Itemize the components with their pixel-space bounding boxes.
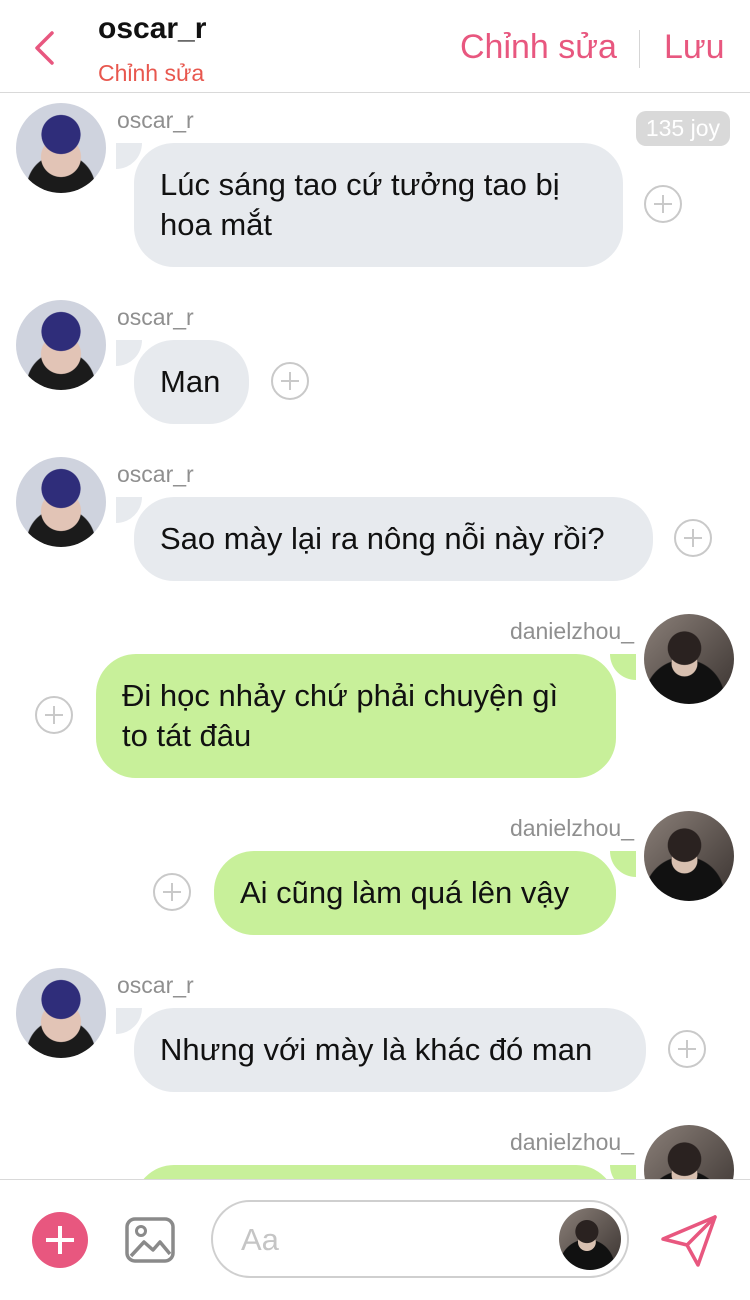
save-button[interactable]: Lưu xyxy=(664,28,725,67)
add-reaction-icon[interactable] xyxy=(271,362,309,400)
plus-icon[interactable] xyxy=(32,1212,88,1268)
chevron-left-icon xyxy=(35,31,54,65)
add-reaction-icon[interactable] xyxy=(153,873,191,911)
message-item: danielzhou_ Đi học nhảy chứ phải chuyện … xyxy=(0,614,750,784)
avatar[interactable] xyxy=(16,968,106,1058)
avatar[interactable] xyxy=(16,457,106,547)
avatar[interactable] xyxy=(644,811,734,901)
message-item: danielzhou_ Ai cũng làm quá lên vậy xyxy=(0,811,750,941)
add-reaction-icon[interactable] xyxy=(644,185,682,223)
sender-name: oscar_r xyxy=(117,107,194,133)
sender-name: danielzhou_ xyxy=(509,1129,634,1155)
chat-subtitle: Chỉnh sửa xyxy=(98,60,205,86)
sender-name: oscar_r xyxy=(117,972,194,998)
avatar[interactable] xyxy=(559,1208,621,1270)
avatar[interactable] xyxy=(644,614,734,704)
avatar[interactable] xyxy=(16,300,106,390)
edit-button[interactable]: Chỉnh sửa xyxy=(460,28,617,67)
message-input[interactable] xyxy=(239,1216,543,1264)
bubble-tail xyxy=(610,1165,636,1179)
message-item: oscar_r Nhưng với mày là khác đó man xyxy=(0,968,750,1098)
message-bubble[interactable] xyxy=(134,1165,616,1179)
chat-area[interactable]: 135 joy oscar_r Lúc sáng tao cứ tưởng ta… xyxy=(0,93,750,1179)
chat-title: oscar_r xyxy=(98,12,207,45)
sender-name: danielzhou_ xyxy=(509,815,634,841)
back-button[interactable] xyxy=(28,28,60,68)
image-icon[interactable] xyxy=(124,1214,176,1266)
message-item: danielzhou_ xyxy=(0,1125,750,1179)
message-item: oscar_r Sao mày lại ra nông nỗi này rồi? xyxy=(0,457,750,587)
avatar[interactable] xyxy=(644,1125,734,1179)
message-bubble[interactable]: Đi học nhảy chứ phải chuyện gì to tát đâ… xyxy=(96,654,616,778)
message-input-wrap[interactable] xyxy=(211,1200,629,1278)
send-icon[interactable] xyxy=(660,1214,718,1268)
message-bubble[interactable]: Ai cũng làm quá lên vậy xyxy=(214,851,616,935)
composer-bar xyxy=(0,1179,750,1300)
bubble-tail xyxy=(610,654,636,680)
sender-name: danielzhou_ xyxy=(509,618,634,644)
message-bubble[interactable]: Lúc sáng tao cứ tưởng tao bị hoa mắt xyxy=(134,143,623,267)
image-icon-glyph xyxy=(125,1217,175,1263)
message-item: oscar_r Man xyxy=(0,300,750,430)
message-item: oscar_r Lúc sáng tao cứ tưởng tao bị hoa… xyxy=(0,103,750,283)
bubble-tail xyxy=(610,851,636,877)
sender-name: oscar_r xyxy=(117,461,194,487)
add-reaction-icon[interactable] xyxy=(668,1030,706,1068)
add-reaction-icon[interactable] xyxy=(35,696,73,734)
chat-header: oscar_r Chỉnh sửa Chỉnh sửa Lưu xyxy=(0,0,750,93)
message-bubble[interactable]: Man xyxy=(134,340,249,424)
avatar[interactable] xyxy=(16,103,106,193)
message-bubble[interactable]: Sao mày lại ra nông nỗi này rồi? xyxy=(134,497,653,581)
header-divider xyxy=(639,30,640,68)
sender-name: oscar_r xyxy=(117,304,194,330)
message-bubble[interactable]: Nhưng với mày là khác đó man xyxy=(134,1008,646,1092)
send-icon-glyph xyxy=(661,1215,717,1267)
add-reaction-icon[interactable] xyxy=(674,519,712,557)
